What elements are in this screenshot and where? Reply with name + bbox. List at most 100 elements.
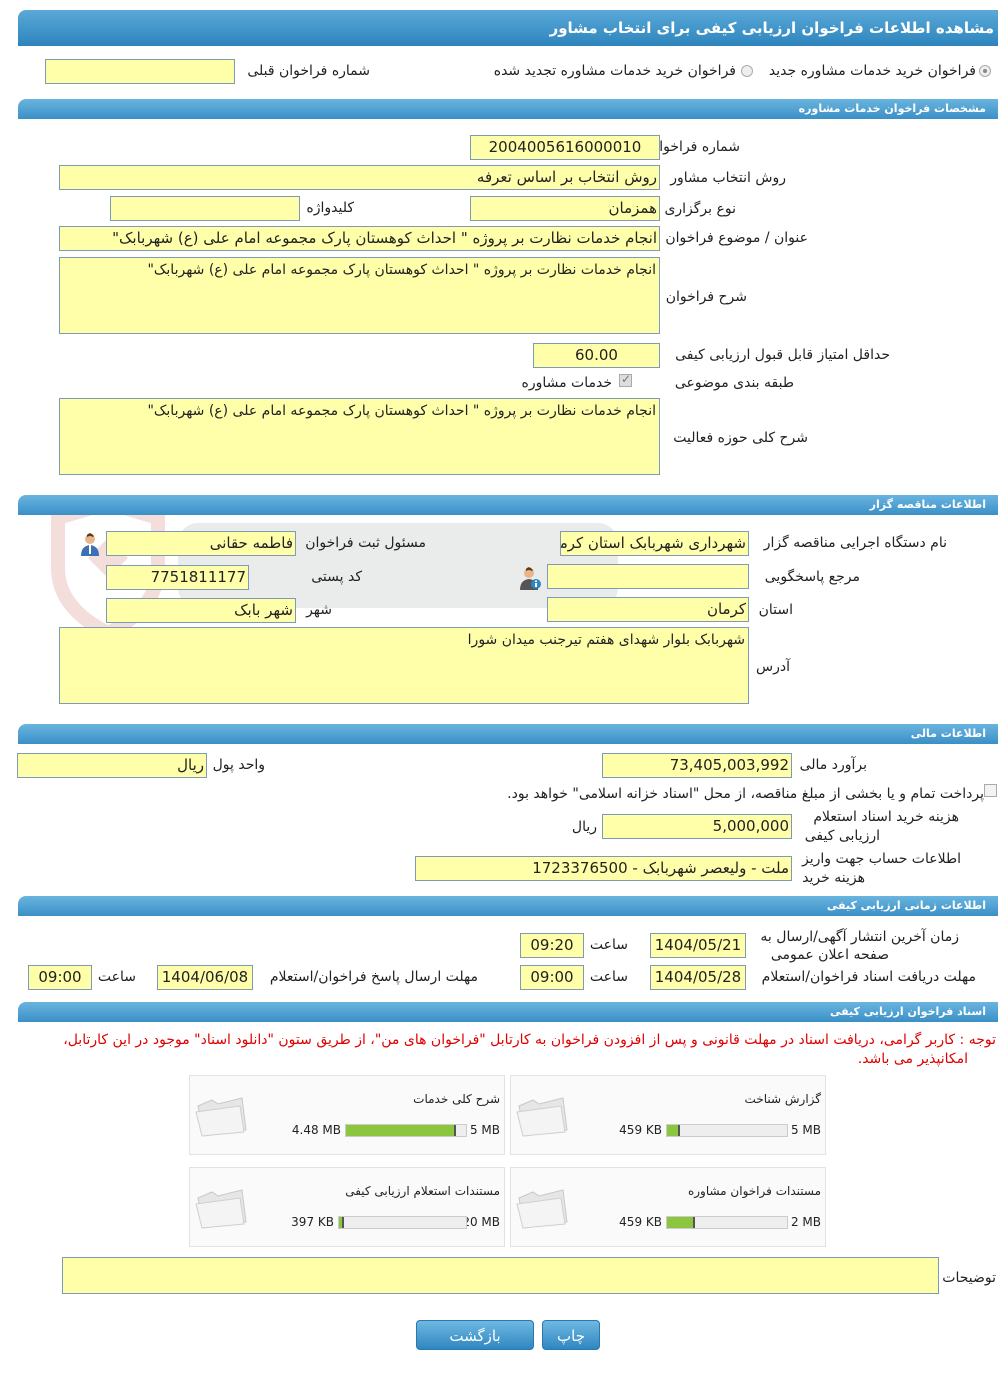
min-score-field: 60.00 [533, 343, 660, 368]
file-progress-fill [667, 1125, 680, 1136]
description-field: انجام خدمات نظارت بر پروژه " احداث کوهست… [59, 257, 660, 334]
publish-label-1: زمان آخرین انتشار آگهی/ارسال به [760, 929, 959, 945]
remarks-field[interactable] [62, 1257, 939, 1294]
file-progress-bar [666, 1124, 788, 1137]
province-label: استان [758, 602, 793, 618]
file-title: مستندات فراخوان مشاوره [687, 1184, 821, 1198]
file-used-size: 397 KB [291, 1215, 334, 1229]
category-label: طبقه بندی موضوعی [674, 375, 794, 391]
reference-field [547, 564, 749, 589]
file-progress-bar [338, 1216, 467, 1229]
back-button[interactable]: بازگشت [416, 1320, 534, 1350]
file-card[interactable]: مستندات استعلام ارزیابی کیفی 20 MB 397 K… [189, 1167, 505, 1247]
keyword-label: کلیدواژه [306, 200, 354, 216]
reply-deadline-label: مهلت ارسال پاسخ فراخوان/استعلام [269, 969, 478, 985]
estimate-field: 73,405,003,992 [602, 753, 792, 778]
registrar-field: فاطمه حقانی [106, 531, 296, 556]
treasury-checkbox[interactable] [984, 784, 997, 797]
user-icon[interactable] [79, 532, 101, 556]
file-card[interactable]: مستندات فراخوان مشاوره 2 MB 459 KB [510, 1167, 826, 1247]
user-info-icon[interactable] [518, 566, 542, 590]
address-label: آدرس [756, 659, 790, 675]
publish-time-field: 09:20 [520, 933, 584, 958]
reply-time-field: 09:00 [28, 965, 92, 990]
folder-icon [516, 1189, 568, 1229]
selection-method-field: روش انتخاب بر اساس تعرفه [59, 165, 660, 190]
folder-icon [195, 1097, 247, 1137]
receive-deadline-label: مهلت دریافت اسناد فراخوان/استعلام [761, 969, 976, 985]
documents-note-line-1: توجه : کاربر گرامی، دریافت اسناد در مهلت… [63, 1032, 996, 1048]
file-used-size: 459 KB [619, 1215, 662, 1229]
description-label: شرح فراخوان [665, 289, 747, 305]
scope-field: انجام خدمات نظارت بر پروژه " احداث کوهست… [59, 398, 660, 475]
file-max-size: 5 MB [790, 1123, 821, 1137]
doc-fee-label-2: ارزیابی کیفی [804, 828, 880, 844]
estimate-label: برآورد مالی [799, 757, 867, 773]
publish-label-2: صفحه اعلان عمومی [770, 947, 889, 963]
file-max-size: 20 MB [462, 1215, 500, 1229]
postal-code-field: 7751811177 [106, 565, 249, 590]
file-used-size: 459 KB [619, 1123, 662, 1137]
holding-type-label: نوع برگزاری [664, 201, 736, 217]
publish-date-field: 1404/05/21 [650, 933, 746, 958]
documents-note-line-2: امکانپذیر می باشد. [857, 1051, 968, 1067]
call-number-field: 2004005616000010 [470, 135, 660, 160]
treasury-text: پرداخت تمام و یا بخشی از مبلغ مناقصه، از… [507, 786, 984, 802]
reply-time-label: ساعت [97, 969, 136, 985]
prev-number-label: شماره فراخوان قبلی [247, 63, 370, 79]
radio-new-call[interactable] [979, 65, 991, 77]
account-field: ملت - ولیعصر شهربابک - 1723376500 [415, 856, 792, 881]
section-consulting: مشخصات فراخوان خدمات مشاوره [18, 99, 998, 119]
file-title: گزارش شناخت [744, 1092, 821, 1106]
doc-fee-field: 5,000,000 [602, 814, 792, 839]
receive-time-label: ساعت [589, 969, 628, 985]
holding-type-field: همزمان [470, 196, 660, 221]
file-progress-fill [339, 1217, 344, 1228]
radio-new-call-label: فراخوان خرید خدمات مشاوره جدید [768, 63, 976, 79]
section-documents: اسناد فراخوان ارزیابی کیفی [18, 1002, 998, 1022]
reply-date-field: 1404/06/08 [157, 965, 253, 990]
category-value: خدمات مشاوره [521, 375, 612, 391]
account-label-2: هزینه خرید [802, 870, 865, 886]
section-timing: اطلاعات زمانی ارزیابی کیفی [18, 896, 998, 916]
receive-date-field: 1404/05/28 [650, 965, 746, 990]
file-progress-bar [345, 1124, 467, 1137]
file-title: شرح کلی خدمات [413, 1092, 500, 1106]
prev-number-field[interactable] [45, 59, 235, 84]
address-field: شهربابک بلوار شهدای هفتم تیرجنب میدان شو… [59, 627, 749, 704]
file-progress-bar [666, 1216, 788, 1229]
file-progress-fill [346, 1125, 456, 1136]
page-title: مشاهده اطلاعات فراخوان ارزیابی کیفی برای… [18, 10, 998, 46]
radio-renewed-call-label: فراخوان خرید خدمات مشاوره تجدید شده [493, 63, 736, 79]
subject-field: انجام خدمات نظارت بر پروژه " احداث کوهست… [59, 226, 660, 251]
file-used-size: 4.48 MB [291, 1123, 341, 1137]
print-button[interactable]: چاپ [542, 1320, 600, 1350]
province-field: کرمان [547, 597, 749, 622]
keyword-field [110, 196, 300, 221]
section-tenderer: اطلاعات مناقصه گزار [18, 495, 998, 515]
currency-field: ریال [17, 753, 207, 778]
file-max-size: 5 MB [469, 1123, 500, 1137]
org-name-field: شهرداری شهربابک استان کرمان [560, 531, 749, 556]
remarks-label: توضیحات [942, 1270, 996, 1286]
radio-renewed-call[interactable] [741, 65, 753, 77]
call-number-label: شماره فراخوان [649, 139, 740, 155]
folder-icon [516, 1097, 568, 1137]
org-name-label: نام دستگاه اجرایی مناقصه گزار [763, 535, 947, 551]
folder-icon [195, 1189, 247, 1229]
city-label: شهر [306, 602, 332, 618]
file-card[interactable]: شرح کلی خدمات 5 MB 4.48 MB [189, 1075, 505, 1155]
selection-method-label: روش انتخاب مشاور [670, 170, 786, 186]
category-checkbox[interactable] [619, 372, 632, 387]
receive-time-field: 09:00 [520, 965, 584, 990]
subject-label: عنوان / موضوع فراخوان [665, 230, 808, 246]
postal-code-label: کد پستی [311, 569, 362, 585]
account-label-1: اطلاعات حساب جهت واریز [801, 851, 961, 867]
min-score-label: حداقل امتیاز قابل قبول ارزیابی کیفی [675, 347, 890, 363]
file-card[interactable]: گزارش شناخت 5 MB 459 KB [510, 1075, 826, 1155]
registrar-label: مسئول ثبت فراخوان [305, 535, 426, 551]
scope-label: شرح کلی حوزه فعالیت [673, 430, 808, 446]
file-title: مستندات استعلام ارزیابی کیفی [345, 1184, 500, 1198]
city-field: شهر بابک [106, 598, 296, 623]
file-progress-fill [667, 1217, 696, 1228]
